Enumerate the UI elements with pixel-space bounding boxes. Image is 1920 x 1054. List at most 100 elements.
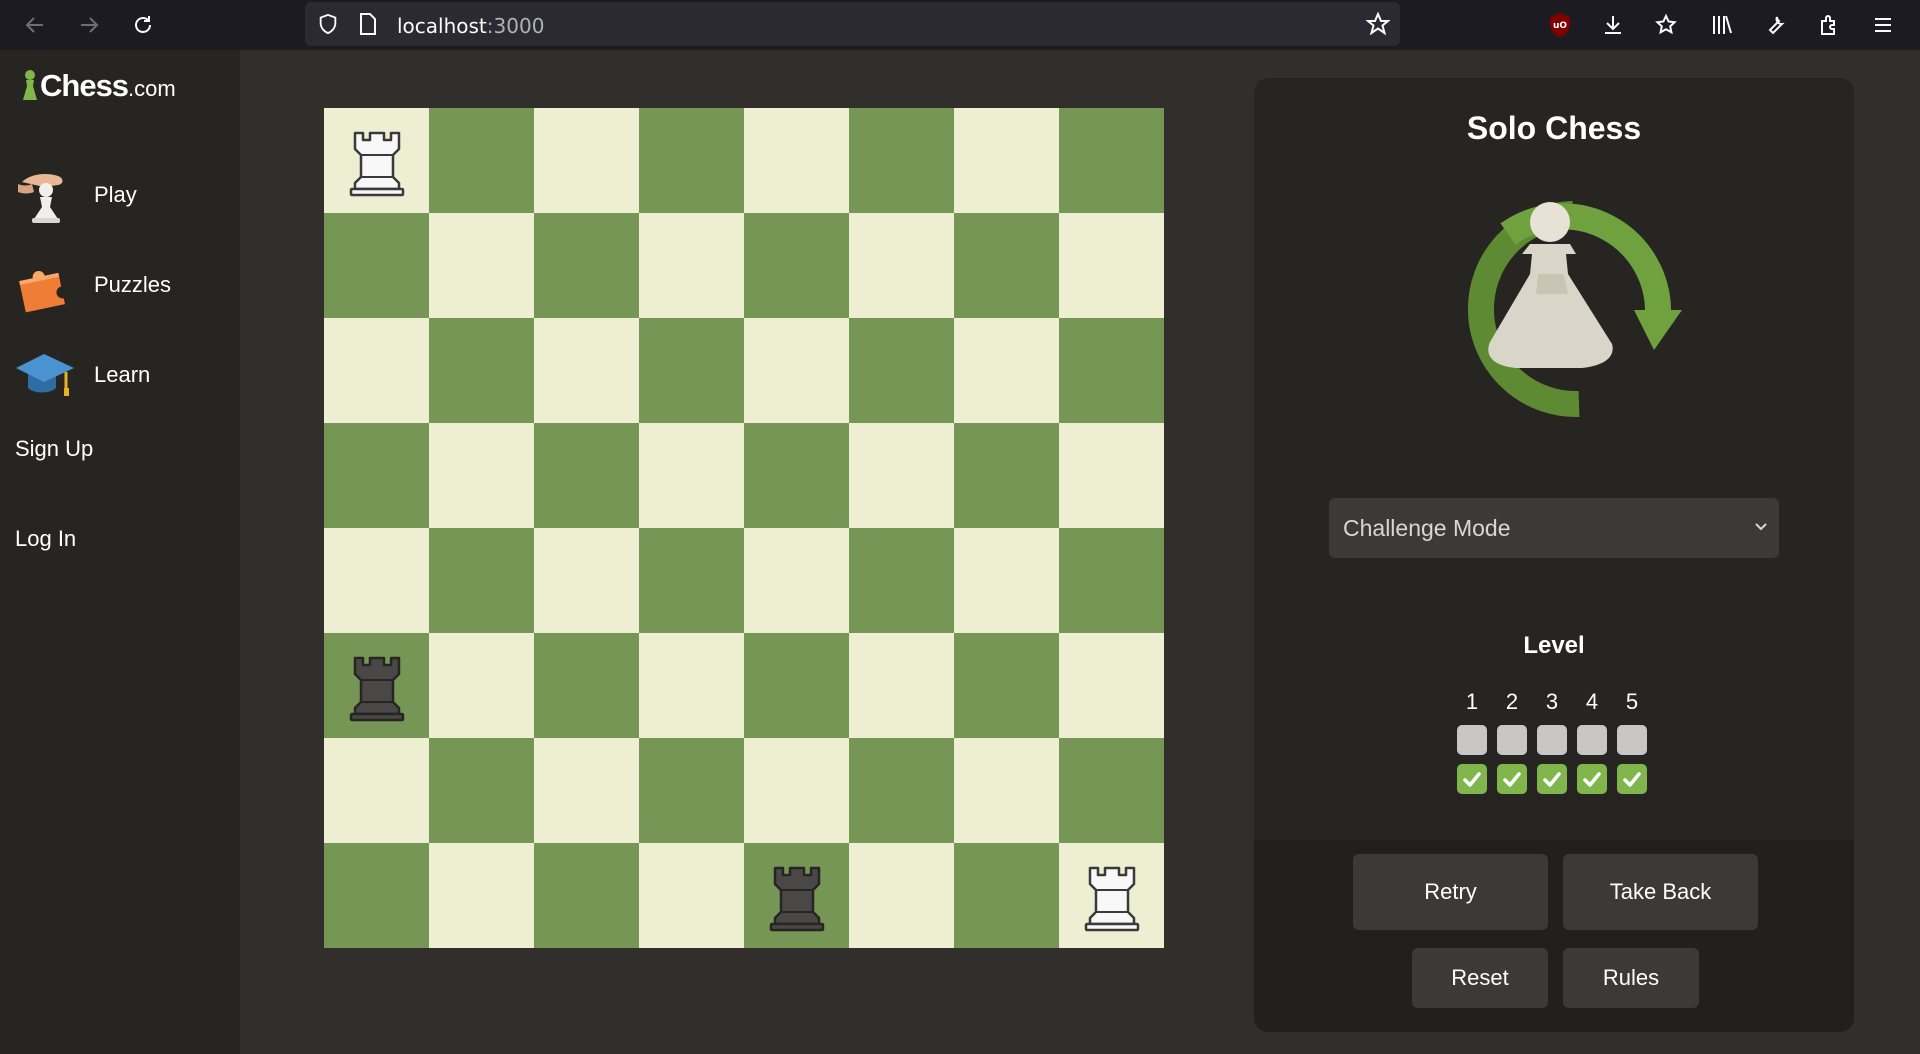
square-a4[interactable]: [324, 528, 429, 633]
square-c3[interactable]: [534, 633, 639, 738]
graduation-cap-icon: [14, 344, 76, 406]
square-h6[interactable]: [1059, 318, 1164, 423]
chess-logo[interactable]: Chess.com: [20, 64, 176, 108]
white-rook-icon[interactable]: [1072, 856, 1152, 936]
square-a3[interactable]: [324, 633, 429, 738]
square-d1[interactable]: [639, 843, 744, 948]
square-g7[interactable]: [954, 213, 1059, 318]
square-c4[interactable]: [534, 528, 639, 633]
square-e6[interactable]: [744, 318, 849, 423]
square-h8[interactable]: [1059, 108, 1164, 213]
level-1-box[interactable]: [1457, 725, 1487, 755]
square-f6[interactable]: [849, 318, 954, 423]
white-rook-icon[interactable]: [337, 121, 417, 201]
bookmarks-star-list-icon[interactable]: [1649, 8, 1683, 42]
sidebar-item-label: Play: [94, 182, 137, 207]
downloads-icon[interactable]: [1596, 8, 1630, 42]
square-b6[interactable]: [429, 318, 534, 423]
reload-button[interactable]: [126, 8, 160, 42]
square-g3[interactable]: [954, 633, 1059, 738]
square-f4[interactable]: [849, 528, 954, 633]
sidebar-item-puzzles[interactable]: Puzzles: [14, 250, 234, 320]
square-e5[interactable]: [744, 423, 849, 528]
square-f8[interactable]: [849, 108, 954, 213]
address-bar[interactable]: localhost:3000: [305, 2, 1400, 46]
square-c2[interactable]: [534, 738, 639, 843]
log-in-link[interactable]: Log In: [15, 526, 76, 552]
square-c6[interactable]: [534, 318, 639, 423]
square-b7[interactable]: [429, 213, 534, 318]
menu-icon[interactable]: [1866, 8, 1900, 42]
square-e7[interactable]: [744, 213, 849, 318]
square-h2[interactable]: [1059, 738, 1164, 843]
square-b5[interactable]: [429, 423, 534, 528]
ublock-icon[interactable]: uO: [1543, 8, 1577, 42]
square-a1[interactable]: [324, 843, 429, 948]
square-f7[interactable]: [849, 213, 954, 318]
square-f2[interactable]: [849, 738, 954, 843]
square-h5[interactable]: [1059, 423, 1164, 528]
level-4-box[interactable]: [1577, 725, 1607, 755]
rules-button[interactable]: Rules: [1563, 948, 1699, 1008]
square-g1[interactable]: [954, 843, 1059, 948]
reset-button[interactable]: Reset: [1412, 948, 1548, 1008]
square-g4[interactable]: [954, 528, 1059, 633]
square-h3[interactable]: [1059, 633, 1164, 738]
square-d8[interactable]: [639, 108, 744, 213]
square-h1[interactable]: [1059, 843, 1164, 948]
square-a5[interactable]: [324, 423, 429, 528]
square-c7[interactable]: [534, 213, 639, 318]
square-g5[interactable]: [954, 423, 1059, 528]
square-b3[interactable]: [429, 633, 534, 738]
square-e3[interactable]: [744, 633, 849, 738]
square-d5[interactable]: [639, 423, 744, 528]
take-back-button[interactable]: Take Back: [1563, 854, 1758, 930]
square-f5[interactable]: [849, 423, 954, 528]
square-b8[interactable]: [429, 108, 534, 213]
square-f3[interactable]: [849, 633, 954, 738]
checkmark-icon: [1497, 764, 1527, 794]
square-c8[interactable]: [534, 108, 639, 213]
extensions-icon[interactable]: [1812, 8, 1846, 42]
square-c5[interactable]: [534, 423, 639, 528]
black-rook-icon[interactable]: [337, 646, 417, 726]
square-e8[interactable]: [744, 108, 849, 213]
square-h4[interactable]: [1059, 528, 1164, 633]
square-e4[interactable]: [744, 528, 849, 633]
square-d6[interactable]: [639, 318, 744, 423]
forward-button[interactable]: [72, 8, 106, 42]
square-d4[interactable]: [639, 528, 744, 633]
square-a7[interactable]: [324, 213, 429, 318]
square-f1[interactable]: [849, 843, 954, 948]
square-h7[interactable]: [1059, 213, 1164, 318]
square-g2[interactable]: [954, 738, 1059, 843]
square-d2[interactable]: [639, 738, 744, 843]
level-3-box[interactable]: [1537, 725, 1567, 755]
square-a2[interactable]: [324, 738, 429, 843]
square-a6[interactable]: [324, 318, 429, 423]
wrench-icon[interactable]: [1758, 8, 1792, 42]
square-b4[interactable]: [429, 528, 534, 633]
sidebar-item-learn[interactable]: Learn: [14, 340, 234, 410]
square-e1[interactable]: [744, 843, 849, 948]
level-2-box[interactable]: [1497, 725, 1527, 755]
square-e2[interactable]: [744, 738, 849, 843]
square-g6[interactable]: [954, 318, 1059, 423]
sidebar-item-play[interactable]: Play: [14, 160, 234, 230]
black-rook-icon[interactable]: [757, 856, 837, 936]
sign-up-link[interactable]: Sign Up: [15, 436, 93, 462]
retry-button[interactable]: Retry: [1353, 854, 1548, 930]
square-b2[interactable]: [429, 738, 534, 843]
square-d3[interactable]: [639, 633, 744, 738]
chess-board[interactable]: [324, 108, 1164, 948]
level-5-box[interactable]: [1617, 725, 1647, 755]
square-b1[interactable]: [429, 843, 534, 948]
controls-area: Retry Take Back Reset Rules: [1254, 840, 1854, 1032]
square-c1[interactable]: [534, 843, 639, 948]
square-g8[interactable]: [954, 108, 1059, 213]
library-icon[interactable]: [1705, 8, 1739, 42]
square-a8[interactable]: [324, 108, 429, 213]
square-d7[interactable]: [639, 213, 744, 318]
mode-select[interactable]: Challenge Mode: [1329, 498, 1779, 558]
back-button[interactable]: [18, 8, 52, 42]
